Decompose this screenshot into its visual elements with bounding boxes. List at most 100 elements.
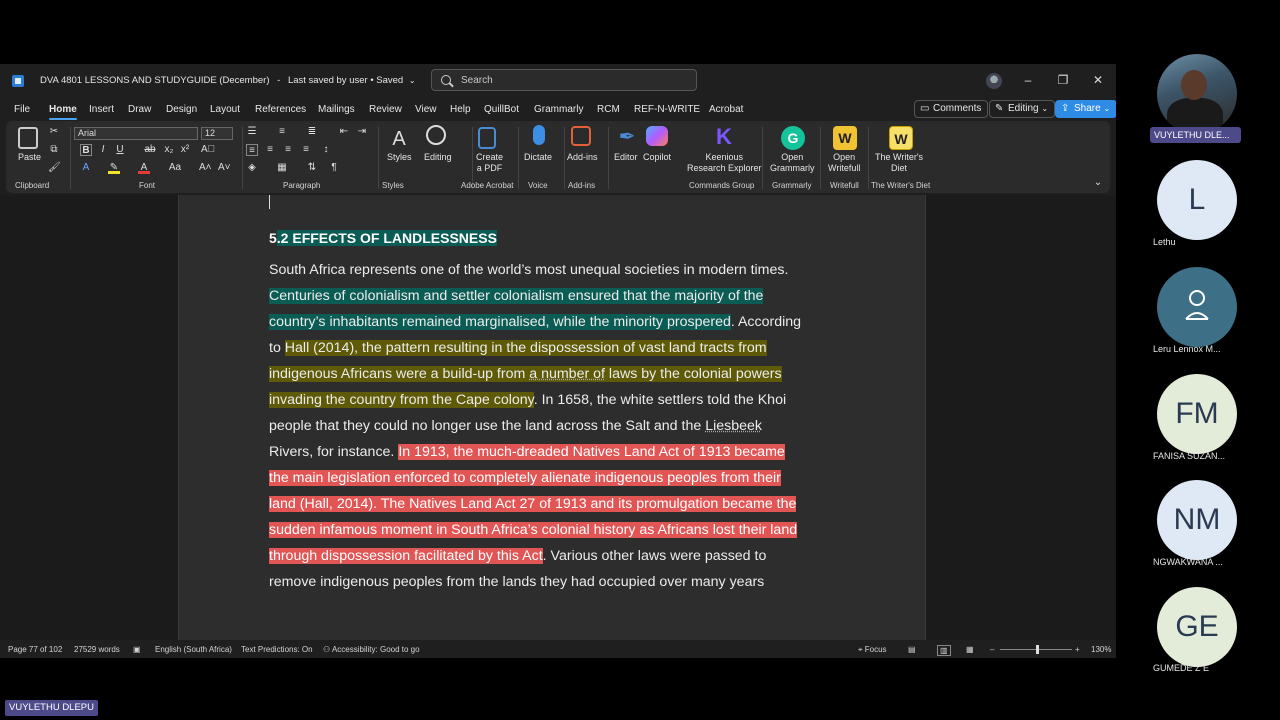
grow-font-icon[interactable]: A˄ [199, 162, 212, 174]
multilevel-list-icon[interactable]: ≣ [306, 126, 318, 138]
clear-formatting-icon[interactable]: A⃠ [201, 144, 215, 156]
create-pdf-button[interactable]: Create a PDF [476, 152, 503, 174]
participant-avatar[interactable]: GE [1157, 587, 1237, 667]
editing-mode-button[interactable]: ✎ Editing ⌄ [989, 100, 1056, 118]
close-icon[interactable]: ✕ [1091, 73, 1105, 87]
language-status[interactable]: English (South Africa) [155, 645, 232, 654]
zoom-level[interactable]: 130% [1091, 645, 1111, 654]
editor-button[interactable]: Editor [614, 152, 638, 163]
create-pdf-icon[interactable] [478, 127, 496, 149]
tab-acrobat[interactable]: Acrobat [709, 104, 743, 115]
tab-insert[interactable]: Insert [89, 104, 114, 115]
paragraph-line[interactable]: the main legislation enforced to complet… [269, 468, 781, 488]
grammarly-icon[interactable]: G [781, 126, 805, 150]
font-size-box[interactable]: 12 [201, 127, 233, 140]
cut-icon[interactable]: ✂ [48, 126, 60, 138]
paragraph-line[interactable]: Rivers, for instance. In 1913, the much-… [269, 442, 785, 462]
change-case-icon[interactable]: Aa [166, 162, 184, 174]
open-writefull-button[interactable]: Open Writefull [828, 152, 860, 174]
account-avatar[interactable] [986, 73, 1002, 89]
microphone-icon[interactable] [533, 125, 545, 145]
zoom-out-icon[interactable]: – [990, 645, 994, 654]
superscript-icon[interactable]: x² [179, 144, 191, 156]
align-left-icon[interactable]: ≡ [246, 144, 258, 156]
tab-view[interactable]: View [415, 104, 437, 115]
writers-diet-button[interactable]: The Writer's Diet [875, 152, 923, 174]
subscript-icon[interactable]: x₂ [163, 144, 175, 156]
document-page[interactable]: 5.2 EFFECTS OF LANDLESSNESS South Africa… [178, 195, 926, 640]
section-heading[interactable]: 5.2 EFFECTS OF LANDLESSNESS [269, 230, 497, 246]
copilot-button[interactable]: Copilot [643, 152, 671, 163]
share-button[interactable]: ⇪ Share ⌄ [1055, 100, 1116, 118]
tab-references[interactable]: References [255, 104, 306, 115]
comments-button[interactable]: ▭ Comments [914, 100, 989, 118]
paragraph-line[interactable]: Centuries of colonialism and settler col… [269, 286, 764, 306]
styles-icon[interactable]: A [387, 127, 411, 151]
participant-avatar[interactable] [1157, 267, 1237, 347]
font-color-icon[interactable]: A [138, 162, 150, 174]
align-right-icon[interactable]: ≡ [282, 144, 294, 156]
open-grammarly-button[interactable]: Open Grammarly [770, 152, 815, 174]
justify-icon[interactable]: ≡ [300, 144, 312, 156]
word-count[interactable]: 27529 words [74, 645, 120, 654]
format-painter-icon[interactable]: 🖌 [48, 162, 61, 174]
editing-button[interactable]: Editing [424, 152, 452, 163]
addins-button[interactable]: Add-ins [567, 152, 598, 163]
borders-icon[interactable]: ▦ [276, 162, 288, 174]
text-predictions-status[interactable]: Text Predictions: On [241, 645, 313, 654]
web-layout-icon[interactable]: ▦ [966, 645, 974, 654]
search-box[interactable]: Search [431, 69, 697, 91]
increase-indent-icon[interactable]: ⇥ [356, 126, 368, 138]
writefull-icon[interactable]: W [833, 126, 857, 150]
line-spacing-icon[interactable]: ↕ [320, 144, 332, 156]
paste-button[interactable]: Paste [18, 152, 41, 163]
tab-grammarly[interactable]: Grammarly [534, 104, 583, 115]
paragraph-line[interactable]: South Africa represents one of the world… [269, 260, 788, 280]
numbering-icon[interactable]: ≡ [276, 126, 288, 138]
decrease-indent-icon[interactable]: ⇤ [338, 126, 350, 138]
paragraph-line[interactable]: people that they could no longer use the… [269, 416, 762, 436]
shading-icon[interactable]: ◈ [246, 162, 258, 174]
page-count[interactable]: Page 77 of 102 [8, 645, 62, 654]
minimize-icon[interactable]: – [1021, 73, 1035, 87]
print-layout-icon[interactable]: ▥ [937, 645, 951, 656]
paste-icon[interactable] [18, 127, 38, 149]
tab-quillbot[interactable]: QuillBot [484, 104, 519, 115]
restore-icon[interactable]: ❐ [1056, 73, 1070, 87]
document-title[interactable]: DVA 4801 LESSONS AND STUDYGUIDE (Decembe… [40, 75, 416, 86]
sort-icon[interactable]: ⇅ [306, 162, 318, 174]
focus-button[interactable]: ⌖ Focus [858, 645, 887, 655]
copy-icon[interactable]: ⧉ [48, 144, 60, 156]
paragraph-line[interactable]: through dispossession facilitated by thi… [269, 546, 766, 566]
highlight-icon[interactable]: ✎ [108, 162, 120, 174]
styles-button[interactable]: Styles [387, 152, 412, 163]
participant-avatar[interactable]: L [1157, 160, 1237, 240]
keenious-button[interactable]: Keenious Research Explorer [687, 152, 762, 174]
zoom-slider-thumb[interactable] [1036, 645, 1039, 654]
collapse-ribbon-icon[interactable]: ⌄ [1092, 177, 1104, 189]
editor-icon[interactable]: ✒ [615, 126, 639, 150]
tab-ref-n-write[interactable]: REF-N-WRITE [634, 104, 700, 115]
paragraph-line[interactable]: sudden infamous moment in South Africa’s… [269, 520, 798, 540]
participant-avatar[interactable]: NM [1157, 480, 1237, 560]
tab-mailings[interactable]: Mailings [318, 104, 355, 115]
keenious-icon[interactable]: K [712, 126, 736, 150]
participant-video[interactable] [1157, 54, 1237, 134]
paragraph-line[interactable]: remove indigenous peoples from the lands… [269, 572, 764, 592]
paragraph-line[interactable]: indigenous Africans were a build-up from… [269, 364, 782, 384]
strikethrough-icon[interactable]: ab [144, 144, 156, 156]
bullets-icon[interactable]: ☰ [246, 126, 258, 138]
paragraph-line[interactable]: to Hall (2014), the pattern resulting in… [269, 338, 767, 358]
writers-diet-icon[interactable]: W [889, 126, 913, 150]
accessibility-status[interactable]: ⚇ Accessibility: Good to go [323, 645, 420, 654]
tab-rcm[interactable]: RCM [597, 104, 620, 115]
tab-design[interactable]: Design [166, 104, 197, 115]
tab-file[interactable]: File [14, 104, 30, 115]
paragraph-line[interactable]: land (Hall, 2014). The Natives Land Act … [269, 494, 797, 514]
proofing-icon[interactable]: ▣ [133, 645, 141, 654]
document-area[interactable]: 5.2 EFFECTS OF LANDLESSNESS South Africa… [0, 195, 1116, 640]
tab-home[interactable]: Home [49, 104, 77, 120]
read-mode-icon[interactable]: ▤ [908, 645, 916, 654]
participant-avatar[interactable]: FM [1157, 374, 1237, 454]
italic-icon[interactable]: I [97, 144, 109, 156]
